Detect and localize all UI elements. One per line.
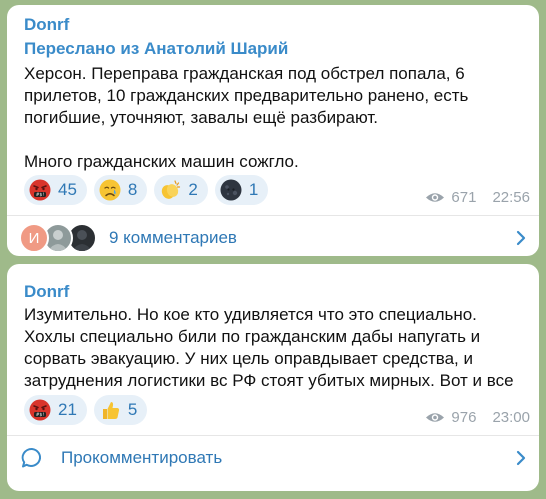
comments-button[interactable]: И 9 комментариев	[7, 216, 539, 260]
comment-bubble-icon	[21, 447, 41, 468]
avatar: И	[19, 223, 49, 253]
reaction-count: 45	[58, 180, 77, 199]
post-author[interactable]: Donrf	[24, 282, 69, 302]
post-paragraph: Изумительно. Но кое кто удивляется что э…	[24, 305, 514, 390]
reaction-count: 8	[127, 180, 138, 199]
post-meta: 976 23:00	[425, 409, 530, 426]
forwarded-source[interactable]: Анатолий Шарий	[144, 39, 288, 58]
post-author[interactable]: Donrf	[24, 15, 69, 35]
eye-icon	[426, 193, 445, 202]
reaction-chip[interactable]: #$! 21	[24, 395, 87, 425]
comment-label: Прокомментировать	[61, 448, 223, 467]
reaction-chip[interactable]: 5	[93, 395, 148, 425]
reaction-chip[interactable]: 1	[214, 175, 269, 205]
chevron-right-icon	[516, 230, 526, 246]
reaction-count: 2	[188, 180, 198, 199]
reaction-chip[interactable]: 8	[93, 175, 148, 205]
comments-count-label: 9 комментариев	[109, 228, 237, 247]
reaction-count: 21	[58, 400, 77, 419]
clapping-hands-icon	[162, 180, 181, 199]
reaction-chip[interactable]: #$! 45	[24, 175, 87, 205]
black-moon-face-icon	[220, 179, 242, 201]
chevron-right-icon	[516, 450, 526, 466]
post-meta: 671 22:56	[425, 189, 530, 206]
thumbs-up-icon	[102, 402, 120, 419]
cursing-face-icon: #$!	[29, 179, 51, 201]
post-paragraph: Херсон. Переправа гражданская под обстре…	[24, 64, 469, 127]
post-paragraph: Много гражданских машин сожгло.	[24, 152, 299, 171]
reaction-count: 1	[248, 180, 259, 199]
post-time: 22:56	[492, 189, 530, 206]
forwarded-from-header[interactable]: Переслано из Анатолий Шарий	[24, 39, 288, 59]
forwarded-prefix: Переслано из	[24, 39, 140, 58]
eye-icon	[426, 413, 445, 422]
svg-text:#$!: #$!	[36, 192, 45, 198]
cursing-face-icon: #$!	[29, 399, 51, 421]
comment-button[interactable]: Прокомментировать	[7, 436, 539, 480]
crying-face-icon	[99, 179, 121, 201]
reactions-bar: #$! 45 8 2 1	[24, 175, 269, 205]
svg-text:#$!: #$!	[36, 412, 45, 418]
reaction-chip[interactable]: 2	[154, 175, 208, 205]
views-count: 976	[451, 409, 477, 426]
commenter-avatars: И	[19, 223, 103, 253]
reactions-bar: #$! 21 5	[24, 395, 148, 425]
post-time: 23:00	[492, 409, 530, 426]
forwarded-post-card: Donrf Переслано из Анатолий Шарий Херсон…	[7, 5, 539, 256]
reaction-count: 5	[127, 400, 138, 419]
post-text: Изумительно. Но кое кто удивляется что э…	[24, 304, 529, 392]
post-card: Donrf Изумительно. Но кое кто удивляется…	[7, 264, 539, 491]
post-text: Херсон. Переправа гражданская под обстре…	[24, 63, 529, 173]
views-count: 671	[451, 189, 477, 206]
